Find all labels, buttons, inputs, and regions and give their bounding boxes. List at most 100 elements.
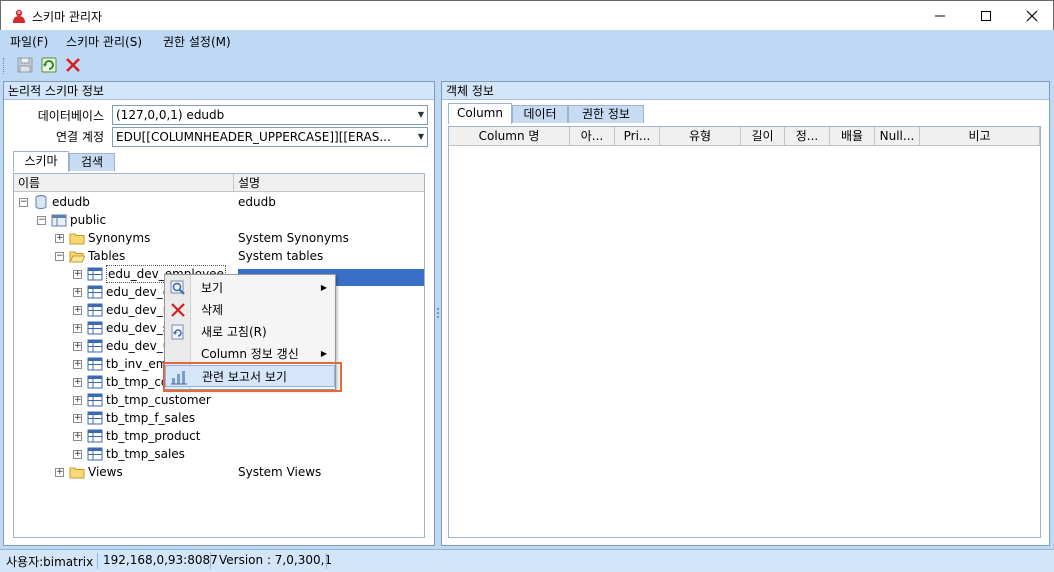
status-separator [326, 553, 327, 569]
table-icon [87, 321, 103, 335]
collapse-toggle[interactable]: − [37, 216, 46, 225]
tree-column-name[interactable]: 이름 [14, 174, 234, 192]
logical-schema-header: 논리적 스키마 정보 [4, 82, 434, 100]
ctx-item-delete[interactable]: 삭제 [165, 299, 335, 321]
ctx-item-view[interactable]: 보기 ▶ [165, 277, 335, 299]
submenu-arrow-icon: ▶ [320, 283, 327, 292]
expand-toggle[interactable]: + [73, 324, 82, 333]
tree-node-public[interactable]: public [70, 211, 106, 229]
minimize-button[interactable] [917, 1, 963, 30]
tab-data[interactable]: 데이터 [512, 105, 568, 123]
expand-toggle[interactable]: + [73, 378, 82, 387]
grid-col-column-name[interactable]: Column 명 [449, 127, 570, 146]
tree-node-table[interactable]: tb_tmp_sales [106, 445, 185, 463]
tree-node-tables[interactable]: Tables [88, 247, 125, 265]
expand-toggle[interactable]: + [73, 270, 82, 279]
status-user: 사용자:bimatrix [6, 555, 94, 569]
close-button[interactable] [1009, 1, 1054, 30]
close-icon [1026, 10, 1038, 21]
tree-node-synonyms[interactable]: Synonyms [88, 229, 150, 247]
tree-node-table[interactable]: edu_dev_s [106, 319, 169, 337]
collapse-toggle[interactable]: − [19, 198, 28, 207]
tree-node-views[interactable]: Views [88, 463, 123, 481]
delete-icon[interactable] [64, 56, 82, 74]
tab-search[interactable]: 검색 [69, 153, 115, 171]
collapse-toggle[interactable]: − [55, 252, 64, 261]
grid-col-nullable[interactable]: Null... [875, 127, 920, 146]
column-grid[interactable]: Column 명 아... Pri... 유형 길이 정... 배율 Null.… [448, 126, 1041, 538]
status-server: 192,168,0,93:8087 [103, 553, 218, 567]
tree-node-table[interactable]: tb_tmp_co [106, 373, 168, 391]
expand-toggle[interactable]: + [55, 468, 64, 477]
connection-combo[interactable]: EDU[[COLUMNHEADER_UPPERCASE]][[ERAS... ▼ [112, 127, 428, 147]
status-separator [210, 553, 211, 569]
tree-node-edudb[interactable]: edudb [52, 193, 90, 211]
title-bar: 스키마 관리자 [0, 0, 1054, 30]
expand-toggle[interactable]: + [73, 360, 82, 369]
menu-file[interactable]: 파일(F) [10, 33, 48, 50]
tree-desc-synonyms: System Synonyms [238, 231, 349, 245]
toolbar [0, 52, 1054, 78]
folder-icon [69, 467, 85, 479]
ctx-view-label: 보기 [201, 281, 224, 295]
status-separator [97, 553, 98, 569]
expand-toggle[interactable]: + [73, 306, 82, 315]
folder-open-icon [69, 251, 85, 263]
expand-toggle[interactable]: + [73, 450, 82, 459]
table-icon [87, 393, 103, 407]
grid-col-pri[interactable]: Pri... [615, 127, 660, 146]
ctx-delete-label: 삭제 [201, 303, 224, 317]
red-person-app-icon [13, 9, 25, 23]
expand-toggle[interactable]: + [73, 396, 82, 405]
tab-column[interactable]: Column [448, 103, 512, 124]
tree-node-table[interactable]: tb_tmp_product [106, 427, 201, 445]
tree-desc-tables: System tables [238, 249, 324, 263]
refresh-icon[interactable] [40, 56, 58, 74]
menu-schema-manage[interactable]: 스키마 관리(S) [66, 33, 142, 50]
database-label: 데이터베이스 [37, 109, 104, 123]
grid-col-remarks[interactable]: 비고 [920, 127, 1040, 146]
table-icon [87, 375, 103, 389]
status-version: Version : 7,0,300,1 [219, 553, 333, 567]
expand-toggle[interactable]: + [73, 414, 82, 423]
maximize-button[interactable] [963, 1, 1009, 30]
database-icon [35, 195, 47, 209]
view-icon [170, 280, 185, 295]
connection-label: 연결 계정 [56, 130, 104, 144]
table-icon [87, 303, 103, 317]
table-icon [87, 429, 103, 443]
schema-tabs: 스키마 검색 [13, 151, 425, 172]
tree-node-table[interactable]: edu_dev_u [106, 337, 170, 355]
expand-toggle[interactable]: + [73, 288, 82, 297]
object-tabs: Column 데이터 권한 정보 [448, 103, 1041, 124]
grid-col-precision[interactable]: 정... [785, 127, 830, 146]
tab-permissions[interactable]: 권한 정보 [568, 105, 644, 123]
schema-icon [51, 214, 67, 227]
maximize-icon [981, 10, 991, 21]
grid-col-scale[interactable]: 배율 [830, 127, 875, 146]
grid-col-length[interactable]: 길이 [741, 127, 785, 146]
database-combo[interactable]: (127,0,0,1) edudb ▼ [112, 105, 428, 125]
menu-permission-settings[interactable]: 권한 설정(M) [163, 33, 231, 50]
tree-column-desc[interactable]: 설명 [234, 174, 424, 192]
toolbar-grip[interactable] [3, 58, 5, 74]
tab-schema[interactable]: 스키마 [13, 151, 69, 172]
tree-desc-edudb: edudb [238, 195, 276, 209]
ctx-item-refresh[interactable]: 새로 고침(R) [165, 321, 335, 343]
status-bar: 사용자:bimatrix 192,168,0,93:8087 Version :… [0, 549, 1054, 572]
tree-node-table[interactable]: edu_dev_e [106, 283, 170, 301]
tree-node-table[interactable]: tb_inv_em [106, 355, 167, 373]
expand-toggle[interactable]: + [73, 432, 82, 441]
annotation-highlight-box [163, 362, 342, 392]
tree-node-table[interactable]: edu_dev_n [106, 301, 170, 319]
grid-col-type[interactable]: 유형 [660, 127, 741, 146]
grid-col-ah[interactable]: 아... [570, 127, 615, 146]
delete-x-icon [171, 303, 185, 317]
expand-toggle[interactable]: + [73, 342, 82, 351]
tree-node-table[interactable]: tb_tmp_customer [106, 391, 211, 409]
save-icon[interactable] [16, 56, 34, 74]
minimize-icon [935, 15, 945, 16]
tree-node-table[interactable]: tb_tmp_f_sales [106, 409, 195, 427]
menu-bar: 파일(F) 스키마 관리(S) 권한 설정(M) [0, 30, 1054, 51]
expand-toggle[interactable]: + [55, 234, 64, 243]
